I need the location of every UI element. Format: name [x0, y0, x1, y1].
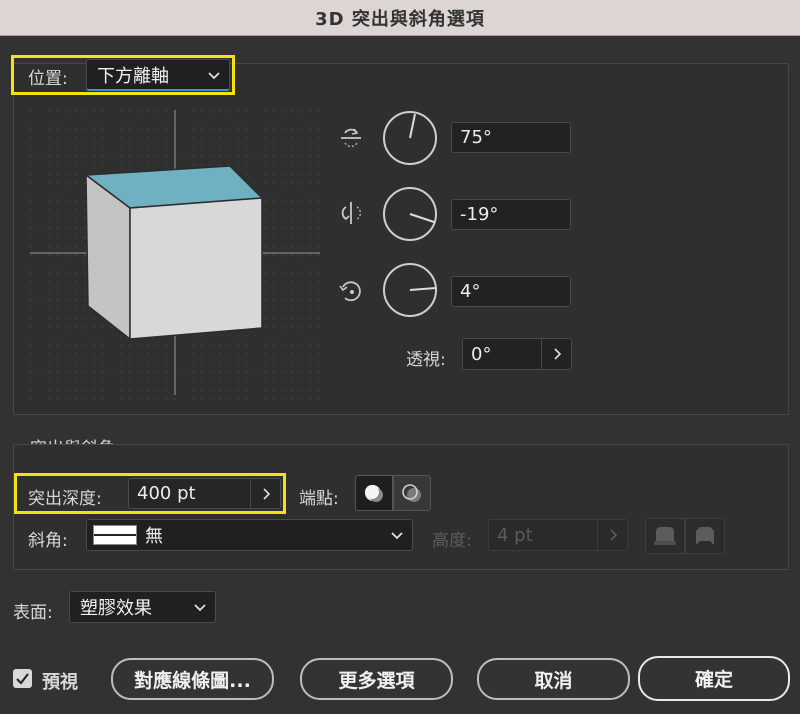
chevron-down-icon	[208, 71, 220, 79]
cube-front-face	[129, 197, 263, 340]
cap-off-button[interactable]	[393, 475, 431, 511]
bevel-dropdown[interactable]: 無	[86, 519, 413, 551]
height-label: 高度:	[432, 531, 472, 551]
chevron-down-icon	[391, 532, 403, 540]
extrude-depth-label: 突出深度:	[28, 489, 102, 509]
perspective-value: 0°	[471, 343, 492, 365]
cap-label: 端點:	[299, 489, 339, 509]
rotate-x-dial[interactable]	[382, 110, 438, 166]
height-stepper-button[interactable]	[597, 520, 627, 550]
rotate-z-axis-icon	[339, 281, 361, 302]
bevel-preview-swatch	[93, 525, 137, 545]
chevron-down-icon	[194, 604, 206, 612]
window-title: 3D 突出與斜角選項	[315, 8, 485, 30]
height-value: 4 pt	[497, 524, 533, 546]
rotation-track-cube[interactable]	[30, 110, 320, 400]
rotate-x-input[interactable]: 75°	[451, 122, 571, 153]
cancel-button-label: 取消	[534, 669, 573, 692]
cap-on-button[interactable]	[355, 475, 393, 511]
perspective-label: 透視:	[406, 350, 446, 370]
rotate-z-dial[interactable]	[382, 262, 438, 318]
bevel-in-icon	[696, 527, 714, 545]
bevel-out-button[interactable]	[645, 518, 685, 554]
preview-label[interactable]: 預視	[42, 668, 78, 694]
more-options-button[interactable]: 更多選項	[300, 658, 453, 700]
rotate-z-value: 4°	[460, 281, 481, 302]
cancel-button[interactable]: 取消	[477, 658, 630, 700]
rotate-y-input[interactable]: -19°	[451, 199, 571, 230]
bevel-label: 斜角:	[28, 531, 68, 551]
ok-button-label: 確定	[694, 669, 733, 691]
more-options-button-label: 更多選項	[338, 669, 415, 692]
rotate-z-input[interactable]: 4°	[451, 276, 571, 307]
extrude-depth-input[interactable]: 400 pt	[128, 478, 281, 509]
surface-label: 表面:	[13, 603, 53, 623]
cap-on-icon	[365, 485, 383, 502]
height-input[interactable]: 4 pt	[488, 519, 628, 551]
rotate-y-axis-icon	[341, 202, 361, 224]
position-dropdown[interactable]: 下方離軸	[86, 59, 230, 91]
map-art-button[interactable]: 對應線條圖...	[111, 658, 274, 700]
bevel-out-icon	[654, 527, 676, 545]
surface-dropdown-value: 塑膠效果	[80, 598, 152, 619]
extrude-depth-stepper-button[interactable]	[250, 479, 280, 508]
bevel-dropdown-value: 無	[145, 526, 163, 547]
chevron-right-icon	[553, 348, 561, 360]
chevron-right-icon	[262, 487, 270, 500]
rotate-y-value: -19°	[460, 204, 499, 225]
checkmark-icon	[16, 673, 29, 685]
chevron-right-icon	[609, 529, 617, 541]
surface-dropdown[interactable]: 塑膠效果	[69, 591, 216, 623]
position-label: 位置:	[28, 69, 68, 89]
rotate-x-axis-icon	[341, 128, 361, 147]
ok-button[interactable]: 確定	[638, 656, 790, 701]
bevel-in-button[interactable]	[685, 518, 725, 554]
position-dropdown-value: 下方離軸	[97, 65, 169, 87]
perspective-input[interactable]: 0°	[462, 338, 572, 370]
map-art-button-label: 對應線條圖...	[134, 669, 251, 692]
preview-checkbox[interactable]	[13, 669, 32, 688]
rotate-y-dial[interactable]	[382, 186, 438, 242]
extrude-depth-value: 400 pt	[137, 483, 196, 504]
rotate-x-value: 75°	[460, 127, 492, 148]
perspective-stepper-button[interactable]	[541, 339, 571, 369]
cap-off-icon	[402, 484, 421, 502]
window-titlebar: 3D 突出與斜角選項	[0, 0, 800, 36]
